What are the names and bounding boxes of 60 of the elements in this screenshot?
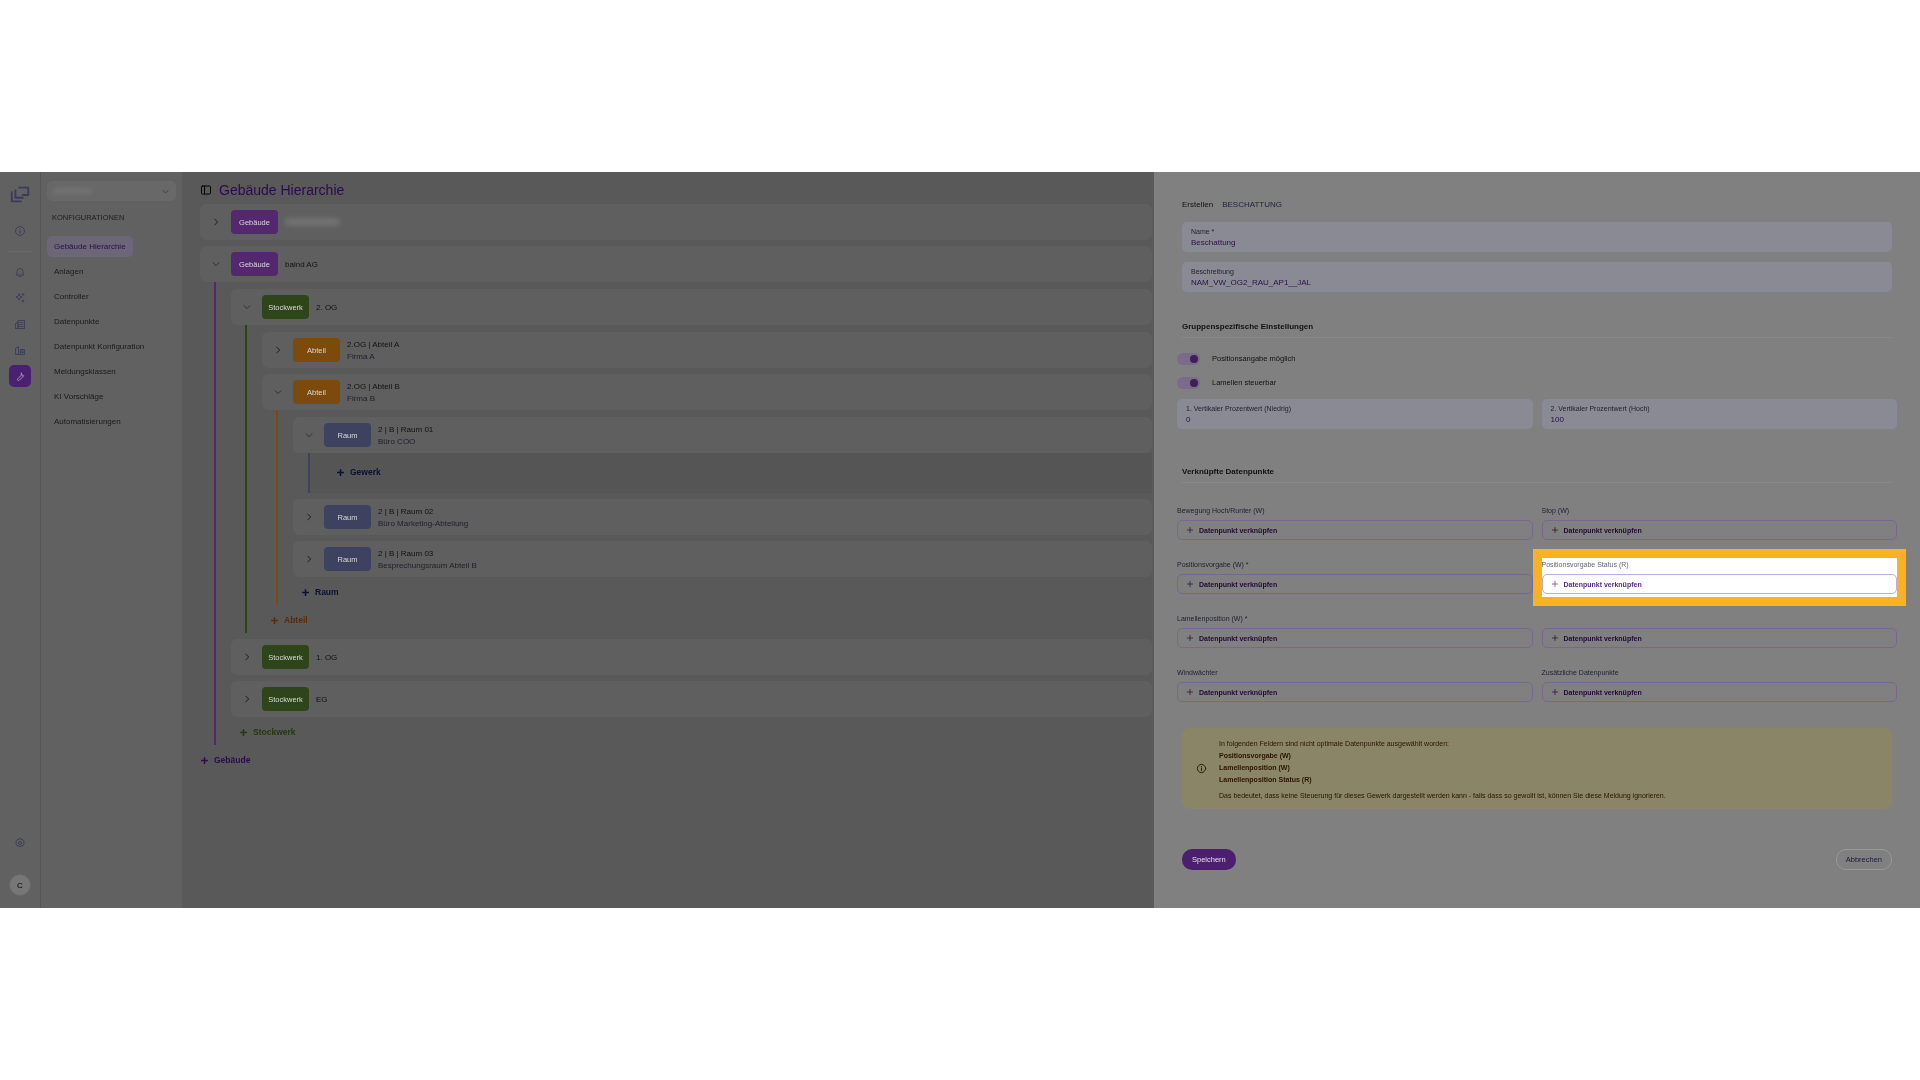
plus-icon	[1186, 526, 1194, 534]
plus-icon	[270, 615, 279, 625]
chevron-icon	[304, 430, 314, 440]
plus-icon	[239, 727, 248, 737]
plus-icon	[1186, 688, 1194, 696]
chevron-icon	[273, 345, 283, 355]
sidebar-toggle-icon	[200, 184, 212, 196]
node-title: 2.OG | Abteil A	[347, 339, 400, 349]
field-value: 100	[1550, 415, 1565, 424]
plus-icon	[1186, 634, 1194, 642]
sidebar-item[interactable]: Datenpunkt Konfiguration	[47, 336, 152, 357]
sidebar-item[interactable]: Meldungsklassen	[47, 361, 123, 382]
chevron-icon	[242, 652, 252, 662]
plus-icon	[336, 467, 345, 477]
field-value: Beschattung	[1191, 238, 1237, 247]
field-value: NAM_VW_OG2_RAU_AP1__JAL	[1191, 278, 1313, 287]
add-link[interactable]: Gewerk	[328, 463, 381, 483]
chevron-icon	[273, 387, 283, 397]
bell-icon	[14, 266, 26, 278]
add-link[interactable]: Raum	[293, 583, 339, 603]
node-title: 2.OG | Abteil B	[347, 381, 400, 391]
user-avatar[interactable]: C	[9, 874, 31, 896]
plus-icon	[1550, 580, 1559, 588]
settings-icon	[14, 837, 26, 849]
plus-icon	[200, 755, 209, 765]
chevron-icon	[211, 217, 221, 227]
toggle-switch[interactable]	[1177, 376, 1200, 389]
chevron-icon	[211, 259, 221, 269]
chevron-icon	[242, 694, 252, 704]
chevron-icon	[304, 512, 314, 522]
chevron-icon	[304, 554, 314, 564]
sidebar-item[interactable]: Automatisierungen	[47, 411, 128, 432]
plus-icon	[301, 587, 310, 597]
node-title: 1. OG	[316, 652, 338, 662]
plus-icon	[1186, 580, 1194, 588]
sparkle-icon	[14, 292, 26, 304]
info-icon	[14, 225, 26, 237]
info-icon	[1196, 763, 1207, 774]
sidebar-item[interactable]: Controller	[47, 286, 96, 307]
building-icon	[14, 344, 26, 356]
breadcrumb-current: Erstellen	[1182, 200, 1214, 209]
sidebar-item[interactable]: Anlagen	[47, 261, 91, 282]
breadcrumb-group: BESCHATTUNG	[1222, 200, 1282, 209]
plus-icon	[1550, 634, 1559, 642]
node-title: baind AG	[285, 259, 318, 269]
plus-icon	[1550, 526, 1559, 534]
chevron-icon	[242, 302, 252, 312]
nav-icon-button[interactable]	[9, 365, 31, 387]
page-title: Gebäude Hierarchie	[219, 182, 345, 198]
plus-icon	[1550, 688, 1559, 696]
section-heading: Verknüpfte Datenpunkte	[1182, 467, 1892, 483]
workspace-dropdown[interactable]	[47, 181, 176, 201]
sidebar-item[interactable]: Datenpunkte	[47, 311, 107, 332]
field-value: 0	[1186, 415, 1192, 424]
building-icon	[14, 318, 26, 330]
sidebar-item[interactable]: Gebäude Hierarchie	[47, 236, 133, 257]
toggle-switch[interactable]	[1177, 352, 1200, 365]
add-link[interactable]: Gebäude	[200, 751, 251, 771]
section-heading: Gruppenspezifische Einstellungen	[1182, 322, 1892, 338]
wrench-icon	[14, 370, 26, 382]
